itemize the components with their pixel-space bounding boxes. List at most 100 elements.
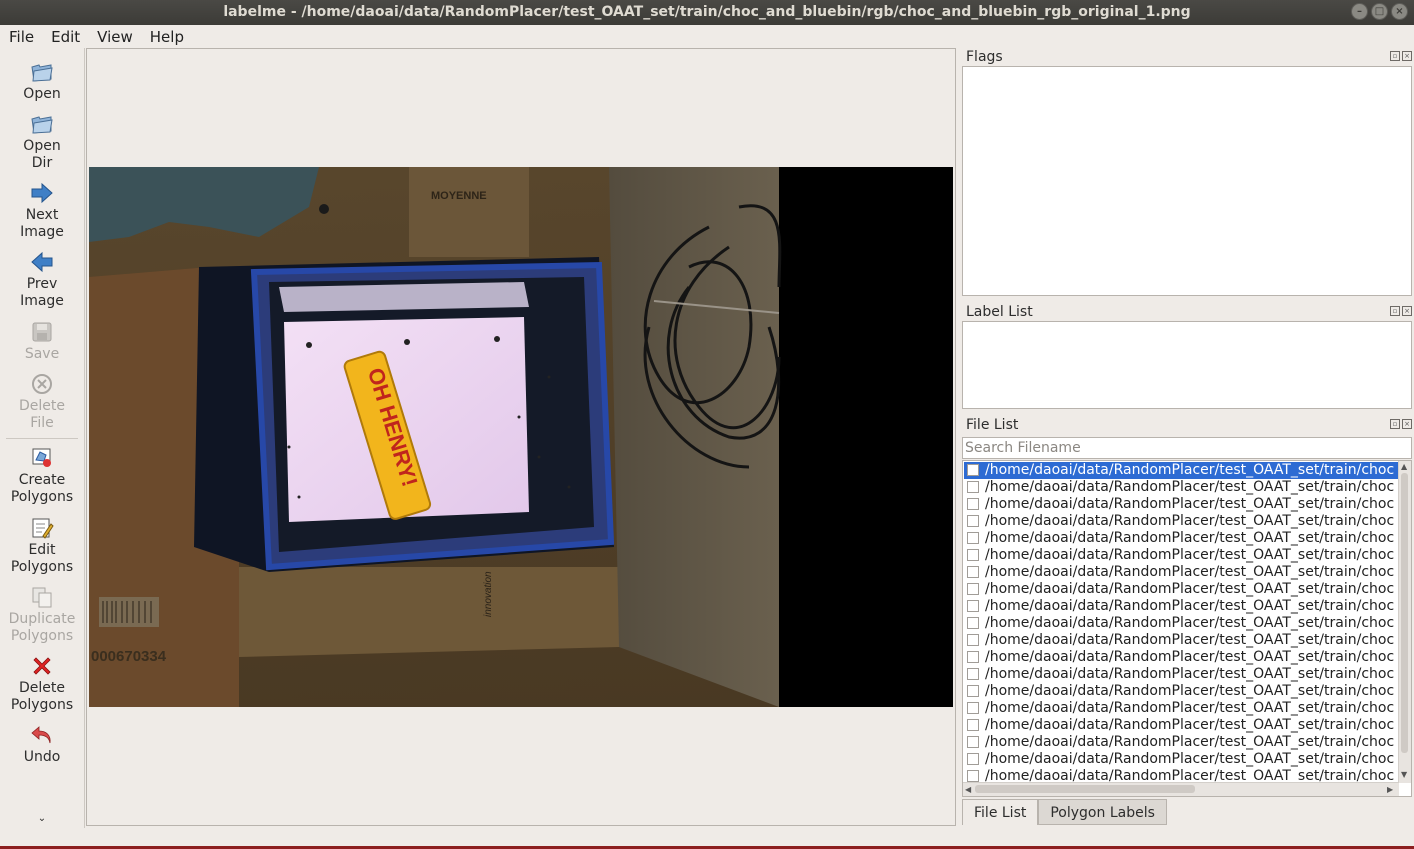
list-item[interactable]: /home/daoai/data/RandomPlacer/test_OAAT_… (964, 649, 1400, 666)
scroll-right-icon[interactable]: ▶ (1387, 785, 1393, 794)
list-item[interactable]: /home/daoai/data/RandomPlacer/test_OAAT_… (964, 513, 1400, 530)
file-path: /home/daoai/data/RandomPlacer/test_OAAT_… (985, 479, 1395, 495)
scroll-left-icon[interactable]: ◀ (965, 785, 971, 794)
vertical-scrollbar[interactable]: ▲ ▼ (1398, 461, 1411, 783)
checkbox[interactable] (967, 481, 979, 493)
save-button[interactable]: Save (0, 320, 84, 363)
checkbox[interactable] (967, 566, 979, 578)
flags-title-text: Flags (966, 49, 1003, 65)
checkbox[interactable] (967, 753, 979, 765)
undo-button[interactable]: Undo (0, 723, 84, 766)
checkbox[interactable] (967, 498, 979, 510)
open-button[interactable]: Open (0, 60, 84, 103)
file-path: /home/daoai/data/RandomPlacer/test_OAAT_… (985, 615, 1395, 631)
checkbox[interactable] (967, 617, 979, 629)
checkbox[interactable] (967, 736, 979, 748)
file-path: /home/daoai/data/RandomPlacer/test_OAAT_… (985, 700, 1395, 716)
scroll-thumb[interactable] (975, 785, 1195, 793)
prev-image-button[interactable]: Prev Image (0, 250, 84, 310)
scroll-thumb[interactable] (1401, 473, 1408, 753)
close-icon[interactable]: × (1402, 419, 1412, 429)
checkbox[interactable] (967, 685, 979, 697)
next-image-button[interactable]: Next Image (0, 181, 84, 241)
file-path: /home/daoai/data/RandomPlacer/test_OAAT_… (985, 632, 1395, 648)
float-icon[interactable]: ▫ (1390, 419, 1400, 429)
checkbox[interactable] (967, 600, 979, 612)
close-icon[interactable]: × (1402, 51, 1412, 61)
menu-file[interactable]: File (0, 28, 42, 46)
file-path: /home/daoai/data/RandomPlacer/test_OAAT_… (985, 717, 1395, 733)
label-list-panel[interactable] (962, 321, 1412, 409)
create-polygons-button[interactable]: Create Polygons (0, 446, 84, 506)
delete-file-button[interactable]: Delete File (0, 372, 84, 432)
list-item[interactable]: /home/daoai/data/RandomPlacer/test_OAAT_… (964, 700, 1400, 717)
tab-file-list[interactable]: File List (962, 799, 1039, 825)
menu-view[interactable]: View (88, 28, 141, 46)
list-item[interactable]: /home/daoai/data/RandomPlacer/test_OAAT_… (964, 496, 1400, 513)
create-polygon-icon (32, 448, 51, 467)
list-item[interactable]: /home/daoai/data/RandomPlacer/test_OAAT_… (964, 734, 1400, 751)
undo-icon (31, 726, 51, 744)
file-path: /home/daoai/data/RandomPlacer/test_OAAT_… (985, 530, 1395, 546)
float-icon[interactable]: ▫ (1390, 306, 1400, 316)
file-list[interactable]: /home/daoai/data/RandomPlacer/test_OAAT_… (962, 460, 1412, 797)
menu-help[interactable]: Help (141, 28, 192, 46)
checkbox[interactable] (967, 549, 979, 561)
checkbox[interactable] (967, 668, 979, 680)
file-path: /home/daoai/data/RandomPlacer/test_OAAT_… (985, 581, 1395, 597)
file-path: /home/daoai/data/RandomPlacer/test_OAAT_… (985, 462, 1395, 478)
file-path: /home/daoai/data/RandomPlacer/test_OAAT_… (985, 649, 1395, 665)
flags-panel[interactable] (962, 66, 1412, 296)
scroll-up-icon[interactable]: ▲ (1401, 462, 1407, 471)
duplicate-polygons-button[interactable]: Duplicate Polygons (0, 585, 84, 645)
list-item[interactable]: /home/daoai/data/RandomPlacer/test_OAAT_… (964, 547, 1400, 564)
open-dir-button[interactable]: Open Dir (0, 112, 84, 172)
checkbox[interactable] (967, 770, 979, 782)
label-list-dock-controls: ▫ × (1390, 306, 1412, 316)
horizontal-scrollbar[interactable]: ◀ ▶ (963, 782, 1399, 796)
box-label-text: MOYENNE (431, 190, 487, 202)
image-canvas[interactable]: MOYENNE OH HENRY! 000670334 innovation (89, 167, 953, 707)
close-icon[interactable]: × (1391, 3, 1408, 20)
file-path: /home/daoai/data/RandomPlacer/test_OAAT_… (985, 734, 1395, 750)
list-item[interactable]: /home/daoai/data/RandomPlacer/test_OAAT_… (964, 479, 1400, 496)
delete-polygons-button[interactable]: Delete Polygons (0, 654, 84, 714)
toolbar-expand-icon[interactable]: ⌄ (0, 810, 84, 827)
save-icon (32, 322, 52, 342)
close-icon[interactable]: × (1402, 306, 1412, 316)
checkbox[interactable] (967, 464, 979, 476)
list-item[interactable]: /home/daoai/data/RandomPlacer/test_OAAT_… (964, 581, 1400, 598)
search-filename-input[interactable]: Search Filename (962, 437, 1412, 459)
list-item[interactable]: /home/daoai/data/RandomPlacer/test_OAAT_… (964, 666, 1400, 683)
checkbox[interactable] (967, 719, 979, 731)
minimize-icon[interactable]: – (1351, 3, 1368, 20)
checkbox[interactable] (967, 702, 979, 714)
open-dir-label: Open Dir (23, 138, 61, 171)
float-icon[interactable]: ▫ (1390, 51, 1400, 61)
scroll-down-icon[interactable]: ▼ (1401, 770, 1407, 779)
flags-dock-controls: ▫ × (1390, 51, 1412, 61)
list-item[interactable]: /home/daoai/data/RandomPlacer/test_OAAT_… (964, 615, 1400, 632)
tab-polygon-labels[interactable]: Polygon Labels (1038, 799, 1167, 825)
checkbox[interactable] (967, 651, 979, 663)
list-item[interactable]: /home/daoai/data/RandomPlacer/test_OAAT_… (964, 717, 1400, 734)
list-item[interactable]: /home/daoai/data/RandomPlacer/test_OAAT_… (964, 683, 1400, 700)
checkbox[interactable] (967, 634, 979, 646)
list-item[interactable]: /home/daoai/data/RandomPlacer/test_OAAT_… (964, 598, 1400, 615)
list-item[interactable]: /home/daoai/data/RandomPlacer/test_OAAT_… (964, 751, 1400, 768)
save-label: Save (24, 346, 60, 362)
list-item[interactable]: /home/daoai/data/RandomPlacer/test_OAAT_… (964, 632, 1400, 649)
list-item[interactable]: /home/daoai/data/RandomPlacer/test_OAAT_… (964, 462, 1400, 479)
file-path: /home/daoai/data/RandomPlacer/test_OAAT_… (985, 496, 1395, 512)
barcode-number-text: 000670334 (91, 648, 167, 665)
checkbox[interactable] (967, 583, 979, 595)
edit-polygons-button[interactable]: Edit Polygons (0, 516, 84, 576)
checkbox[interactable] (967, 532, 979, 544)
list-item[interactable]: /home/daoai/data/RandomPlacer/test_OAAT_… (964, 564, 1400, 581)
window-controls: – □ × (1351, 3, 1408, 20)
checkbox[interactable] (967, 515, 979, 527)
menu-edit[interactable]: Edit (42, 28, 88, 46)
next-image-label: Next Image (20, 207, 64, 240)
list-item[interactable]: /home/daoai/data/RandomPlacer/test_OAAT_… (964, 530, 1400, 547)
maximize-icon[interactable]: □ (1371, 3, 1388, 20)
